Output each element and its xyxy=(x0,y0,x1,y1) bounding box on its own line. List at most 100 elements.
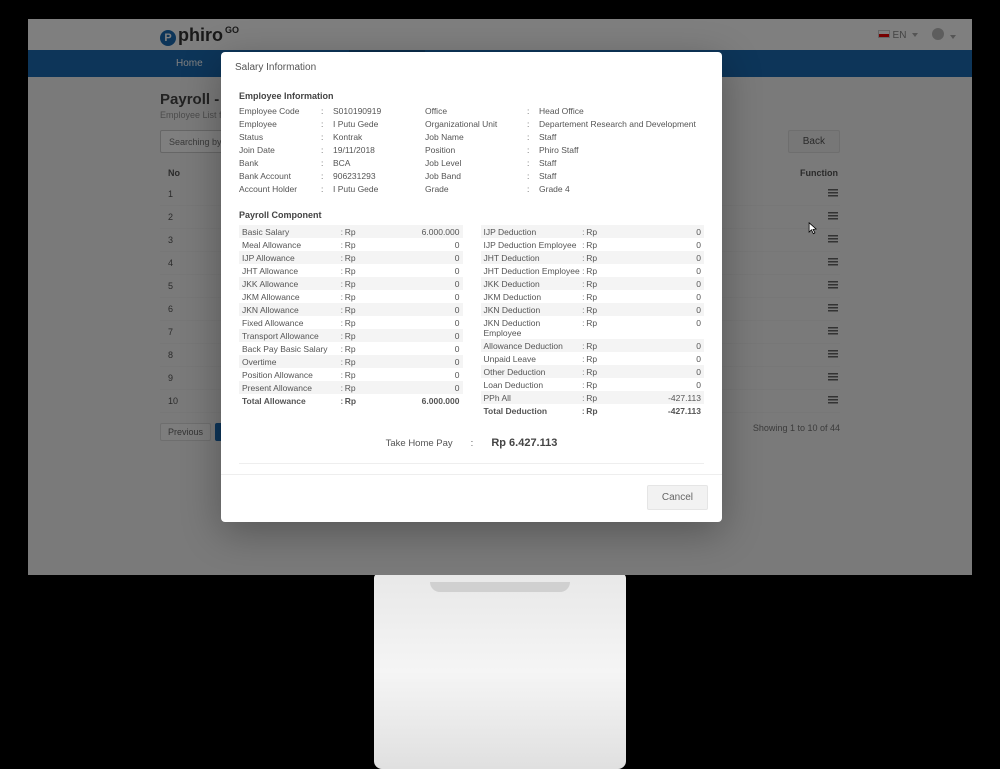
pay-row: JKN Allowance:Rp0 xyxy=(239,303,463,316)
pay-currency: Rp xyxy=(345,370,363,380)
emp-value: Phiro Staff xyxy=(539,145,704,155)
pay-amount: 0 xyxy=(604,279,701,289)
pay-amount: 0 xyxy=(363,292,460,302)
pay-row: JKN Deduction Employee:Rp0 xyxy=(481,316,705,339)
pay-currency: Rp xyxy=(345,396,363,406)
pay-currency: Rp xyxy=(345,331,363,341)
pay-label: IJP Deduction xyxy=(484,227,581,237)
pay-label: JHT Allowance xyxy=(242,266,339,276)
emp-value: Staff xyxy=(539,132,704,142)
pay-row: JHT Deduction Employee:Rp0 xyxy=(481,264,705,277)
pay-amount: 0 xyxy=(363,357,460,367)
pay-row: Overtime:Rp0 xyxy=(239,355,463,368)
pay-amount: 0 xyxy=(604,266,701,276)
pay-row: JHT Allowance:Rp0 xyxy=(239,264,463,277)
pay-label: Loan Deduction xyxy=(484,380,581,390)
emp-value: 906231293 xyxy=(333,171,423,181)
emp-label: Employee xyxy=(239,119,319,129)
pay-row: JKM Allowance:Rp0 xyxy=(239,290,463,303)
emp-value: 19/11/2018 xyxy=(333,145,423,155)
pay-row: PPh All:Rp-427.113 xyxy=(481,391,705,404)
pay-row: Transport Allowance:Rp0 xyxy=(239,329,463,342)
pay-currency: Rp xyxy=(586,380,604,390)
pay-currency: Rp xyxy=(586,367,604,377)
payroll-section-title: Payroll Component xyxy=(239,210,704,220)
pay-currency: Rp xyxy=(345,344,363,354)
pay-currency: Rp xyxy=(586,240,604,250)
colon: : xyxy=(321,132,331,142)
pay-amount: 0 xyxy=(363,305,460,315)
pay-row: JHT Deduction:Rp0 xyxy=(481,251,705,264)
cancel-button[interactable]: Cancel xyxy=(647,485,708,510)
pay-label: Present Allowance xyxy=(242,383,339,393)
pay-row: JKK Deduction:Rp0 xyxy=(481,277,705,290)
colon: : xyxy=(527,158,537,168)
pay-row: Basic Salary:Rp6.000.000 xyxy=(239,225,463,238)
pay-amount: 0 xyxy=(363,370,460,380)
pay-label: JKM Deduction xyxy=(484,292,581,302)
pay-amount: 0 xyxy=(604,305,701,315)
pay-currency: Rp xyxy=(345,279,363,289)
pay-label: Position Allowance xyxy=(242,370,339,380)
thp-label: Take Home Pay xyxy=(386,438,453,449)
pay-amount: 0 xyxy=(363,279,460,289)
pay-row: Position Allowance:Rp0 xyxy=(239,368,463,381)
pay-row: Meal Allowance:Rp0 xyxy=(239,238,463,251)
allowance-table: Basic Salary:Rp6.000.000Meal Allowance:R… xyxy=(239,225,463,417)
emp-label: Job Name xyxy=(425,132,525,142)
emp-value: Staff xyxy=(539,171,704,181)
pay-currency: Rp xyxy=(345,383,363,393)
pay-amount: 0 xyxy=(604,240,701,250)
pay-currency: Rp xyxy=(586,354,604,364)
emp-label: Employee Code xyxy=(239,106,319,116)
salary-modal: Salary Information Employee Information … xyxy=(221,52,722,522)
pay-amount: 0 xyxy=(363,253,460,263)
pay-label: JKM Allowance xyxy=(242,292,339,302)
pay-amount: 0 xyxy=(604,253,701,263)
pay-label: IJP Allowance xyxy=(242,253,339,263)
pay-label: Back Pay Basic Salary xyxy=(242,344,339,354)
pay-amount: 0 xyxy=(604,354,701,364)
emp-value: Staff xyxy=(539,158,704,168)
emp-value: I Putu Gede xyxy=(333,184,423,194)
pay-row: JKM Deduction:Rp0 xyxy=(481,290,705,303)
colon: : xyxy=(527,132,537,142)
colon: : xyxy=(527,184,537,194)
pay-currency: Rp xyxy=(586,305,604,315)
emp-label: Grade xyxy=(425,184,525,194)
pay-currency: Rp xyxy=(586,406,604,416)
colon: : xyxy=(527,145,537,155)
pay-label: Fixed Allowance xyxy=(242,318,339,328)
colon: : xyxy=(321,171,331,181)
pay-currency: Rp xyxy=(345,253,363,263)
emp-value: Grade 4 xyxy=(539,184,704,194)
emp-label: Bank Account xyxy=(239,171,319,181)
pay-currency: Rp xyxy=(586,227,604,237)
pay-currency: Rp xyxy=(345,240,363,250)
pay-row: Back Pay Basic Salary:Rp0 xyxy=(239,342,463,355)
pay-label: JHT Deduction Employee xyxy=(484,266,581,276)
pay-total-row: Total Deduction:Rp-427.113 xyxy=(481,404,705,417)
pay-total-amount: 6.000.000 xyxy=(363,396,460,406)
emp-value: BCA xyxy=(333,158,423,168)
pay-amount: 0 xyxy=(604,341,701,351)
pay-amount: 0 xyxy=(363,266,460,276)
pay-amount: 0 xyxy=(604,227,701,237)
pay-amount: 0 xyxy=(363,240,460,250)
emp-label: Status xyxy=(239,132,319,142)
emp-label: Job Level xyxy=(425,158,525,168)
emp-value: Departement Research and Development xyxy=(539,119,704,129)
pay-label: Allowance Deduction xyxy=(484,341,581,351)
pay-currency: Rp xyxy=(345,305,363,315)
pay-label: Basic Salary xyxy=(242,227,339,237)
deduction-table: IJP Deduction:Rp0IJP Deduction Employee:… xyxy=(481,225,705,417)
pay-currency: Rp xyxy=(345,357,363,367)
pay-label: IJP Deduction Employee xyxy=(484,240,581,250)
pay-amount: 0 xyxy=(363,383,460,393)
pay-row: JKK Allowance:Rp0 xyxy=(239,277,463,290)
pay-label: JKK Deduction xyxy=(484,279,581,289)
pay-currency: Rp xyxy=(345,266,363,276)
pay-currency: Rp xyxy=(345,292,363,302)
colon: : xyxy=(321,145,331,155)
employee-section-title: Employee Information xyxy=(239,91,704,101)
